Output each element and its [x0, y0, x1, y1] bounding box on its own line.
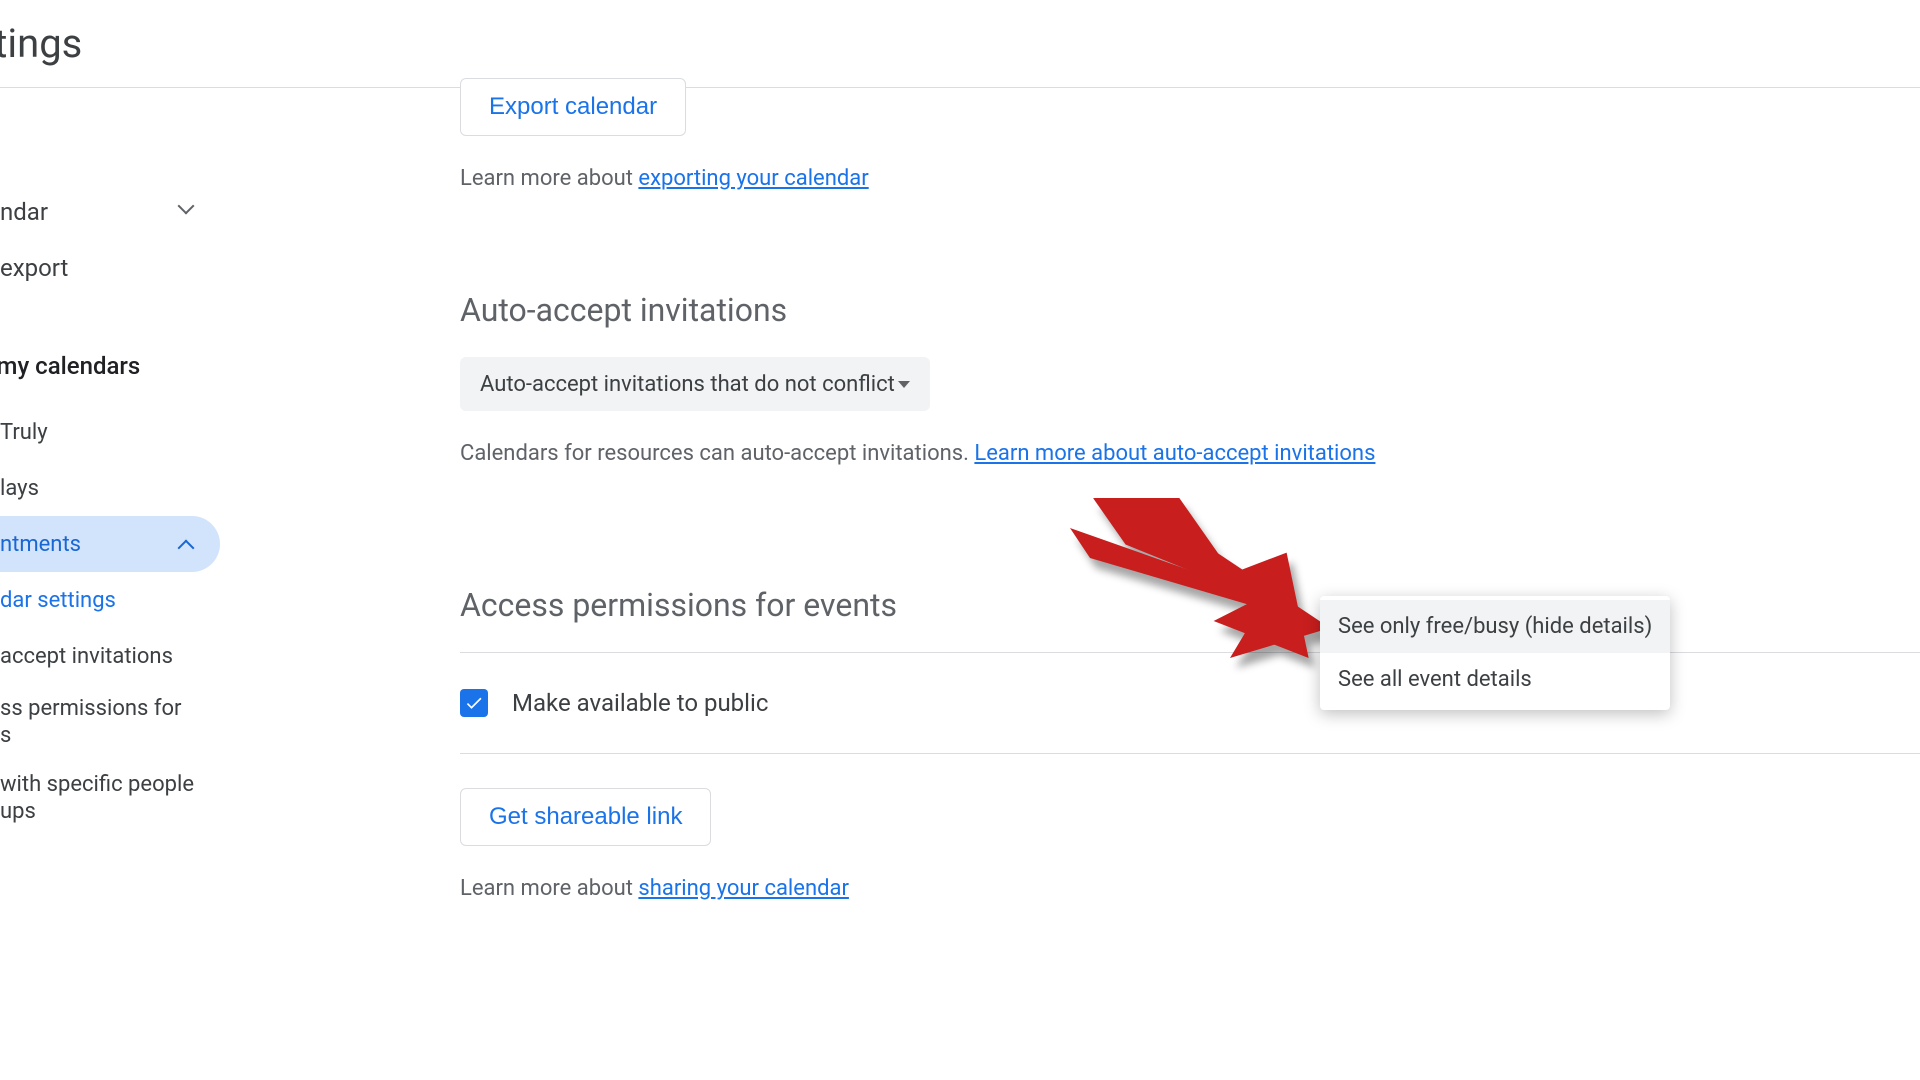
sidebar-label: accept invitations	[0, 644, 173, 669]
check-icon	[464, 693, 484, 713]
public-checkbox-label: Make available to public	[512, 689, 768, 717]
sidebar-label: ss permissions for	[0, 696, 182, 721]
sidebar-label: ndar	[0, 198, 48, 226]
page-title: ettings	[0, 20, 82, 67]
public-checkbox-row: Make available to public	[460, 689, 1920, 754]
export-helper: Learn more about exporting your calendar	[460, 166, 1920, 191]
get-shareable-link-button[interactable]: Get shareable link	[460, 788, 711, 846]
export-help-link[interactable]: exporting your calendar	[638, 166, 868, 191]
auto-accept-help-link[interactable]: Learn more about auto-accept invitations	[974, 441, 1375, 466]
sidebar-label: Truly	[0, 420, 48, 445]
sidebar-item-calendar-settings[interactable]: dar settings	[0, 572, 220, 628]
sidebar-item-calendar[interactable]: ndar	[0, 184, 220, 240]
sidebar-item-accept-invitations[interactable]: accept invitations	[0, 628, 220, 684]
sidebar-label: ntments	[0, 532, 81, 557]
access-heading: Access permissions for events	[460, 586, 1920, 624]
sidebar-item-export[interactable]: export	[0, 240, 220, 296]
sharing-help-link[interactable]: sharing your calendar	[638, 876, 849, 901]
helper-text: Learn more about	[460, 166, 638, 191]
chevron-down-icon	[180, 204, 196, 220]
auto-accept-helper: Calendars for resources can auto-accept …	[460, 441, 1920, 466]
sidebar-label: ups	[0, 799, 36, 824]
chevron-up-icon	[180, 536, 196, 552]
sidebar-item-appointments[interactable]: ntments	[0, 516, 220, 572]
sidebar-item-truly[interactable]: Truly	[0, 404, 220, 460]
helper-text: Learn more about	[460, 876, 638, 901]
visibility-dropdown-menu: See only free/busy (hide details) See al…	[1320, 596, 1670, 710]
access-permissions-section: Access permissions for events Make avail…	[460, 586, 1920, 901]
auto-accept-heading: Auto-accept invitations	[460, 291, 1920, 329]
sidebar-item-share-specific[interactable]: with specific people ups	[0, 760, 220, 836]
sharing-helper: Learn more about sharing your calendar	[460, 876, 1920, 901]
sidebar-label: lays	[0, 476, 39, 501]
settings-header: ettings	[0, 0, 1920, 88]
dropdown-triangle-icon	[898, 381, 910, 388]
sidebar-section-my-calendars: for my calendars	[0, 352, 220, 380]
sidebar-label: export	[0, 254, 68, 282]
dropdown-option-free-busy[interactable]: See only free/busy (hide details)	[1320, 600, 1670, 653]
sidebar-label: s	[0, 723, 11, 748]
settings-sidebar: ndar export for my calendars Truly lays …	[0, 88, 220, 1080]
dropdown-option-all-details[interactable]: See all event details	[1320, 653, 1670, 706]
select-value: Auto-accept invitations that do not conf…	[480, 372, 895, 397]
sidebar-item-access-permissions[interactable]: ss permissions for s	[0, 684, 220, 760]
helper-text: Calendars for resources can auto-accept …	[460, 441, 974, 466]
auto-accept-section: Auto-accept invitations Auto-accept invi…	[460, 291, 1920, 466]
divider	[460, 652, 1920, 653]
public-checkbox[interactable]	[460, 689, 488, 717]
sidebar-item-days[interactable]: lays	[0, 460, 220, 516]
auto-accept-select[interactable]: Auto-accept invitations that do not conf…	[460, 357, 930, 411]
sidebar-label: with specific people	[0, 772, 194, 797]
sidebar-label: dar settings	[0, 588, 116, 613]
export-calendar-button[interactable]: Export calendar	[460, 78, 686, 136]
settings-main: Export calendar Learn more about exporti…	[220, 88, 1920, 1080]
